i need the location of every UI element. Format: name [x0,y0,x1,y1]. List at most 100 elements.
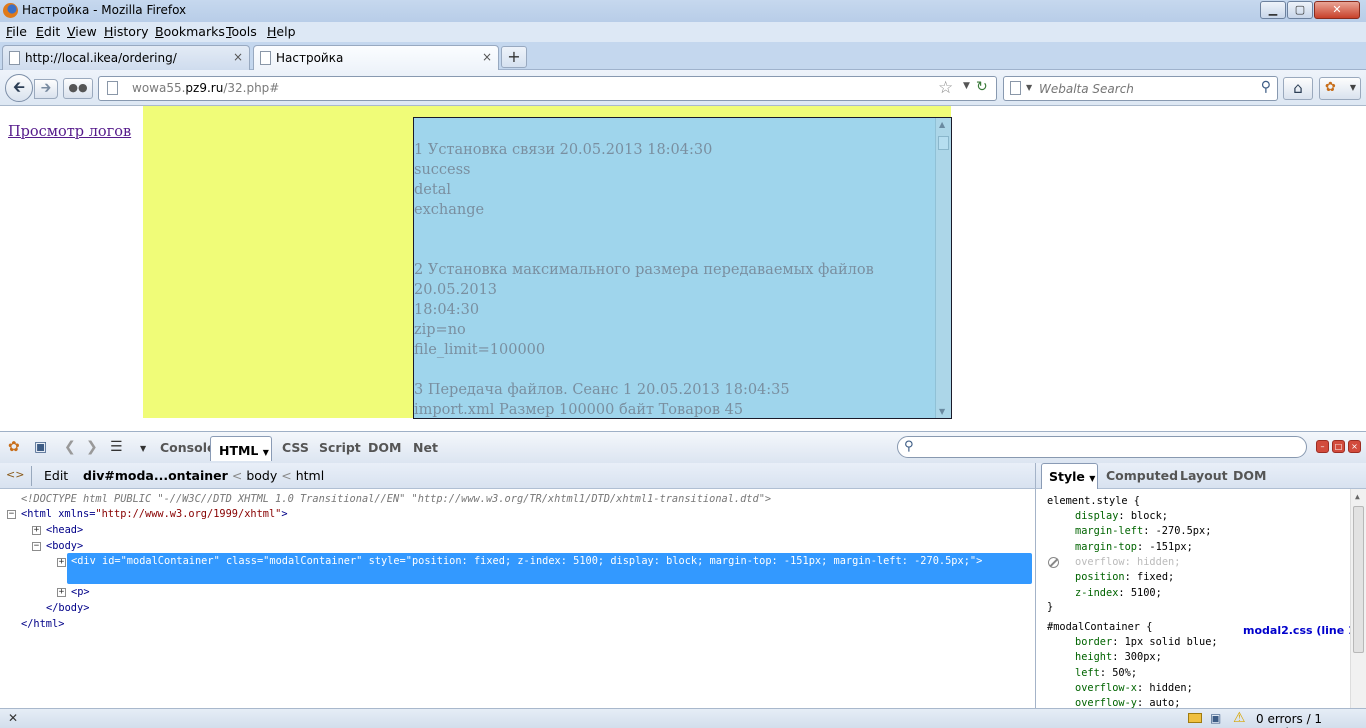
firebug-search[interactable]: ⚲ [897,436,1307,458]
menu-edit[interactable]: Edit [36,24,60,39]
expand-icon[interactable]: + [57,588,66,597]
menu-tools[interactable]: Tools [226,24,257,39]
html-node[interactable]: <html xmlns="http://www.w3.org/1999/xhtm… [21,508,288,520]
style-scrollbar[interactable]: ▲ [1350,489,1366,708]
rss-feed-icon[interactable] [1188,713,1202,723]
scroll-down-icon[interactable]: ▼ [939,407,945,416]
chevron-down-icon[interactable]: ▼ [1026,83,1032,92]
scroll-up-icon[interactable]: ▲ [1355,492,1360,501]
html-breadcrumb-bar: <> Edit div#moda...ontainer < body < html [0,463,1035,489]
modal-scrollbar[interactable]: ▲ ▼ [935,118,951,418]
tab-style[interactable]: Style ▼ [1041,463,1098,489]
head-node[interactable]: <head> [46,524,83,536]
forward-icon[interactable]: ❯ [86,439,98,455]
tab-ordering[interactable]: http://local.ikea/ordering/ × [2,45,250,70]
tab-css[interactable]: CSS [282,440,309,455]
expand-icon[interactable]: + [32,526,41,535]
tab-computed[interactable]: Computed [1106,468,1178,483]
css-property[interactable]: margin-top: -151px; [1075,541,1193,553]
css-property[interactable]: left: 50%; [1075,667,1137,679]
css-property[interactable]: position: fixed; [1075,571,1174,583]
close-window-button[interactable]: ✕ [1314,1,1360,19]
selected-div-node[interactable]: <div id="modalContainer" class="modalCon… [67,553,1032,584]
css-property[interactable]: overflow-x: hidden; [1075,682,1193,694]
url-bar[interactable]: wowa55.pz9.ru/32.php# ☆ ▼ ↻ [98,76,997,101]
collapse-icon[interactable]: − [7,510,16,519]
menu-help[interactable]: Help [267,24,296,39]
css-property[interactable]: border: 1px solid blue; [1075,636,1218,648]
error-count[interactable]: 0 errors / 1 warning [1256,712,1366,728]
collapse-icon[interactable]: − [32,542,41,551]
tab-console[interactable]: Console [160,440,215,455]
menu-file[interactable]: File [6,24,27,39]
breadcrumb-div[interactable]: div#moda...ontainer [83,468,228,483]
edit-button[interactable]: Edit [44,468,68,483]
breadcrumb-body[interactable]: body [246,468,277,483]
rule-source-link[interactable]: modal2.css (line 1) [1243,624,1361,637]
code-icon[interactable]: <> [6,468,24,481]
expand-icon[interactable]: + [57,558,66,567]
reload-icon[interactable]: ↻ [976,79,988,95]
firebug-detach-icon[interactable]: □ [1332,440,1345,453]
inspect-icon[interactable]: ▣ [34,439,47,455]
search-engine-icon[interactable] [1010,81,1021,95]
search-bar[interactable]: ▼ ⚲ [1003,76,1278,101]
list-icon[interactable]: ☰ [110,439,123,455]
minimize-button[interactable]: ▁ [1260,1,1286,19]
search-icon[interactable]: ⚲ [1261,79,1271,95]
breadcrumb-html[interactable]: html [296,468,324,483]
css-property[interactable]: overflow-y: auto; [1075,697,1180,708]
scroll-thumb[interactable] [1353,506,1364,653]
p-node[interactable]: <p> [71,586,90,598]
tab-close-icon[interactable]: × [482,50,492,64]
inspect-icon[interactable]: ▣ [1210,711,1221,725]
tab-dom[interactable]: DOM [368,440,401,455]
warning-icon[interactable]: ⚠ [1233,710,1246,726]
css-property[interactable]: height: 300px; [1075,651,1162,663]
css-property[interactable]: display: block; [1075,510,1168,522]
tab-html[interactable]: HTML ▼ [210,436,272,461]
tab-layout[interactable]: Layout [1180,468,1228,483]
back-icon[interactable]: ❮ [64,439,76,455]
search-input[interactable] [1039,80,1249,97]
tab-side-dom[interactable]: DOM [1233,468,1266,483]
home-button[interactable]: ⌂ [1283,77,1313,100]
history-dropdown-icon[interactable]: ▼ [963,81,970,91]
menu-history[interactable]: History [104,24,148,39]
new-tab-button[interactable]: + [501,46,527,68]
body-node[interactable]: <body> [46,540,83,552]
tab-script[interactable]: Script [319,440,361,455]
view-logs-link[interactable]: Просмотр логов [8,124,131,140]
chevron-down-icon: ▼ [262,448,269,457]
menu-bookmarks[interactable]: Bookmarks [155,24,225,39]
html-close-node[interactable]: </html> [21,618,64,630]
css-property[interactable]: margin-left: -270.5px; [1075,525,1211,537]
chevron-down-icon[interactable]: ▼ [140,444,146,453]
menu-view[interactable]: View [67,24,97,39]
title-bar: Настройка - Mozilla Firefox ▁ ▢ ✕ [0,0,1366,22]
css-property[interactable]: overflow: hidden; [1075,556,1180,568]
scroll-thumb[interactable] [938,136,949,150]
back-button[interactable]: 🡰 [5,74,33,102]
firebug-button[interactable]: ✿ ▼ [1319,77,1361,100]
disabled-property-icon[interactable] [1048,557,1059,568]
firebug-close-icon[interactable]: × [1348,440,1361,453]
tab-close-icon[interactable]: × [233,50,243,64]
bookmark-star-icon[interactable]: ☆ [938,78,953,98]
css-property[interactable]: z-index: 5100; [1075,587,1162,599]
tab-nastroika[interactable]: Настройка × [253,45,499,71]
body-close-node[interactable]: </body> [46,602,89,614]
close-icon[interactable]: ✕ [8,711,18,725]
firebug-minimize-icon[interactable]: – [1316,440,1329,453]
log-text: 1 Установка связи 20.05.2013 18:04:30 suc… [414,140,914,418]
forward-button[interactable]: 🡲 [34,79,58,99]
maximize-button[interactable]: ▢ [1287,1,1313,19]
firebug-search-input[interactable] [922,439,1292,455]
site-identity-icon[interactable]: ●● [63,78,93,99]
log-line [414,220,914,240]
chevron-down-icon[interactable]: ▼ [1350,78,1356,98]
tab-net[interactable]: Net [413,440,438,455]
url-text[interactable]: wowa55.pz9.ru/32.php# [132,81,279,95]
firebug-icon[interactable]: ✿ [8,439,20,455]
scroll-up-icon[interactable]: ▲ [939,120,945,129]
